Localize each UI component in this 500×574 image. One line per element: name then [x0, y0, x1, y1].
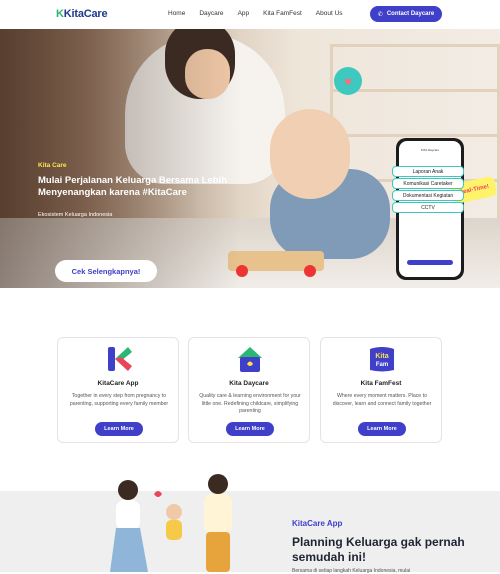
hero-tag: Kita Care: [38, 162, 67, 169]
card-title: Kita FamFest: [360, 380, 402, 387]
top-navbar: KKitaCare Home Daycare App Kita FamFest …: [0, 0, 500, 29]
nav-daycare[interactable]: Daycare: [199, 10, 223, 17]
nav-about-us[interactable]: About Us: [316, 10, 343, 17]
learn-more-button[interactable]: Learn More: [358, 422, 406, 436]
famfest-icon: Kita Fam: [370, 347, 394, 372]
contact-daycare-label: Contact Daycare: [386, 11, 435, 17]
card-kita-famfest: Kita Fam Kita FamFest Where every moment…: [320, 337, 442, 443]
hero-overlay: [0, 29, 240, 288]
contact-daycare-button[interactable]: ✆ Contact Daycare: [370, 6, 442, 22]
app-promo-title: Planning Keluarga gak pernah semudah ini…: [292, 535, 465, 564]
svg-text:Kita: Kita: [375, 353, 388, 360]
feature-cctv: CCTV: [392, 202, 464, 213]
learn-more-button[interactable]: Learn More: [95, 422, 143, 436]
card-description: Where every moment matters. Place to dis…: [332, 393, 432, 407]
feature-dokumentasi-kegiatan: Dokumentasi Kegiatan: [392, 190, 464, 201]
feature-laporan-anak: Laporan Anak: [392, 166, 464, 177]
card-kita-daycare: Kita Daycare Quality care & learning env…: [188, 337, 310, 443]
nav-home[interactable]: Home: [168, 10, 185, 17]
cek-selengkapnya-button[interactable]: Cek Selengkapnya!: [55, 260, 157, 282]
card-title: Kita Daycare: [229, 380, 269, 387]
card-title: KitaCare App: [97, 380, 139, 387]
svg-text:Fam: Fam: [376, 362, 388, 368]
heart-icon: ♥: [334, 67, 362, 95]
card-description: Quality care & learning environment for …: [199, 393, 301, 414]
main-menu: Home Daycare App Kita FamFest About Us: [168, 10, 343, 17]
hero-banner: ♥ KITA Daycare Real-Time! Laporan Anak K…: [0, 29, 500, 288]
kitacare-logo[interactable]: KKitaCare: [56, 8, 108, 20]
learn-more-button[interactable]: Learn More: [226, 422, 274, 436]
toy-wagon: [228, 251, 324, 277]
card-description: Together in every step from pregnancy to…: [69, 393, 169, 407]
product-cards: KitaCare App Together in every step from…: [57, 337, 442, 443]
nav-app[interactable]: App: [238, 10, 250, 17]
hero-title: Mulai Perjalanan Keluarga Bersama Lebih …: [38, 175, 228, 198]
app-promo-tag: KitaCare App: [292, 519, 343, 528]
baby-head: [270, 109, 350, 199]
phone-title: KITA Daycare: [420, 148, 440, 152]
logo-text: KitaCare: [63, 8, 108, 20]
app-promo-subtitle: Bersama di setiap langkah Keluarga Indon…: [292, 568, 411, 574]
kitacare-app-icon: [108, 347, 132, 371]
phone-button: [407, 260, 453, 265]
family-illustration: [110, 474, 232, 572]
nav-kita-famfest[interactable]: Kita FamFest: [263, 10, 302, 17]
daycare-house-icon: [238, 347, 262, 372]
hero-subtitle: Ekosistem Keluarga Indonesia: [38, 212, 113, 218]
phone-icon: ✆: [377, 11, 383, 18]
feature-komunikasi-caretaker: Komunikasi Caretaker: [392, 178, 464, 189]
card-kitacare-app: KitaCare App Together in every step from…: [57, 337, 179, 443]
